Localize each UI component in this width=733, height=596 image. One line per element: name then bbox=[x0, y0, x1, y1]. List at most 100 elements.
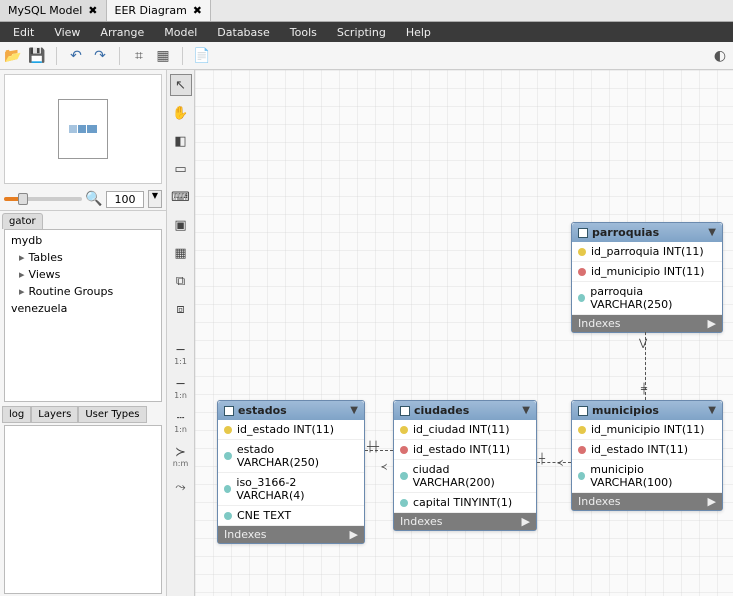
table-header[interactable]: municipios ▼ bbox=[572, 401, 722, 420]
catalog-tree[interactable]: mydb ▸Tables ▸Views ▸Routine Groups vene… bbox=[4, 229, 162, 402]
table-parroquias[interactable]: parroquias ▼ id_parroquia INT(11) id_mun… bbox=[571, 222, 723, 333]
table-header[interactable]: ciudades ▼ bbox=[394, 401, 536, 420]
table-header[interactable]: parroquias ▼ bbox=[572, 223, 722, 242]
column-row[interactable]: id_municipio INT(11) bbox=[572, 262, 722, 282]
menu-model[interactable]: Model bbox=[154, 24, 207, 41]
indexes-section[interactable]: Indexes▶ bbox=[394, 513, 536, 530]
rel-place-tool-icon[interactable]: ⤳ bbox=[170, 476, 192, 498]
table-name: parroquias bbox=[592, 226, 659, 239]
tab-user-types[interactable]: User Types bbox=[78, 406, 146, 423]
tab-eer-diagram[interactable]: EER Diagram ✖ bbox=[107, 0, 212, 21]
tab-mysql-model[interactable]: MySQL Model ✖ bbox=[0, 0, 107, 21]
menu-database[interactable]: Database bbox=[207, 24, 280, 41]
rel-1-n-tool-icon[interactable]: ─1:n bbox=[170, 374, 192, 402]
column-row[interactable]: id_estado INT(11) bbox=[218, 420, 364, 440]
text-tool-icon[interactable]: ⌨ bbox=[170, 186, 192, 208]
rel-marker: ⋁ bbox=[639, 338, 647, 349]
navigator-tab[interactable]: gator bbox=[2, 213, 43, 229]
diagram-canvas[interactable]: estados ▼ id_estado INT(11) estado VARCH… bbox=[195, 70, 733, 596]
menu-help[interactable]: Help bbox=[396, 24, 441, 41]
menu-edit[interactable]: Edit bbox=[3, 24, 44, 41]
rel-1-1-tool-icon[interactable]: ─1:1 bbox=[170, 340, 192, 368]
table-name: estados bbox=[238, 404, 287, 417]
separator bbox=[182, 47, 183, 65]
fk-icon bbox=[578, 446, 586, 454]
rel-marker: ≺ bbox=[557, 458, 563, 469]
column-row[interactable]: id_parroquia INT(11) bbox=[572, 242, 722, 262]
table-tool-icon[interactable]: ▦ bbox=[170, 242, 192, 264]
magnify-icon[interactable]: 🔍 bbox=[86, 191, 102, 207]
column-row[interactable]: id_ciudad INT(11) bbox=[394, 420, 536, 440]
rel-marker: ┼┼ bbox=[367, 442, 379, 453]
redo-icon[interactable]: ↷ bbox=[91, 47, 109, 65]
search-icon[interactable]: ◐ bbox=[711, 47, 729, 65]
menu-arrange[interactable]: Arrange bbox=[90, 24, 154, 41]
hand-tool-icon[interactable]: ✋ bbox=[170, 102, 192, 124]
tab-log[interactable]: log bbox=[2, 406, 31, 423]
new-object-icon[interactable]: 📄 bbox=[193, 47, 211, 65]
column-row[interactable]: estado VARCHAR(250) bbox=[218, 440, 364, 473]
view-tool-icon[interactable]: ⧉ bbox=[170, 270, 192, 292]
indexes-section[interactable]: Indexes▶ bbox=[572, 493, 722, 510]
collapse-icon[interactable]: ▼ bbox=[708, 405, 716, 416]
separator bbox=[56, 47, 57, 65]
menu-scripting[interactable]: Scripting bbox=[327, 24, 396, 41]
table-name: municipios bbox=[592, 404, 659, 417]
eraser-tool-icon[interactable]: ◧ bbox=[170, 130, 192, 152]
tree-schema-mydb[interactable]: mydb bbox=[7, 232, 159, 249]
column-row[interactable]: CNE TEXT bbox=[218, 506, 364, 526]
routine-group-tool-icon[interactable]: ⧈ bbox=[170, 298, 192, 320]
table-estados[interactable]: estados ▼ id_estado INT(11) estado VARCH… bbox=[217, 400, 365, 544]
zoom-dropdown[interactable]: ▼ bbox=[148, 190, 162, 208]
expand-icon: ▶ bbox=[350, 528, 358, 541]
column-row[interactable]: capital TINYINT(1) bbox=[394, 493, 536, 513]
diagram-preview[interactable] bbox=[4, 74, 162, 184]
expand-icon: ▶ bbox=[708, 495, 716, 508]
slider-thumb[interactable] bbox=[18, 193, 28, 205]
menu-view[interactable]: View bbox=[44, 24, 90, 41]
tree-routine-groups[interactable]: ▸Routine Groups bbox=[7, 283, 159, 300]
image-tool-icon[interactable]: ▣ bbox=[170, 214, 192, 236]
rel-n-m-tool-icon[interactable]: ≻n:m bbox=[170, 442, 192, 470]
column-row[interactable]: ciudad VARCHAR(200) bbox=[394, 460, 536, 493]
column-icon bbox=[400, 472, 408, 480]
column-row[interactable]: municipio VARCHAR(100) bbox=[572, 460, 722, 493]
tab-layers[interactable]: Layers bbox=[31, 406, 78, 423]
open-icon[interactable]: 📂 bbox=[4, 47, 22, 65]
layer-tool-icon[interactable]: ▭ bbox=[170, 158, 192, 180]
menubar: Edit View Arrange Model Database Tools S… bbox=[0, 22, 733, 42]
close-icon[interactable]: ✖ bbox=[193, 4, 202, 17]
snap-icon[interactable]: ▦ bbox=[154, 47, 172, 65]
save-icon[interactable]: 💾 bbox=[28, 47, 46, 65]
indexes-section[interactable]: Indexes▶ bbox=[572, 315, 722, 332]
column-row[interactable]: id_municipio INT(11) bbox=[572, 420, 722, 440]
table-municipios[interactable]: municipios ▼ id_municipio INT(11) id_est… bbox=[571, 400, 723, 511]
table-header[interactable]: estados ▼ bbox=[218, 401, 364, 420]
undo-icon[interactable]: ↶ bbox=[67, 47, 85, 65]
column-icon bbox=[578, 472, 585, 480]
grid-icon[interactable]: ⌗ bbox=[130, 47, 148, 65]
column-row[interactable]: iso_3166-2 VARCHAR(4) bbox=[218, 473, 364, 506]
collapse-icon[interactable]: ▼ bbox=[350, 405, 358, 416]
column-row[interactable]: parroquia VARCHAR(250) bbox=[572, 282, 722, 315]
column-row[interactable]: id_estado INT(11) bbox=[572, 440, 722, 460]
table-ciudades[interactable]: ciudades ▼ id_ciudad INT(11) id_estado I… bbox=[393, 400, 537, 531]
pk-icon bbox=[224, 426, 232, 434]
tree-schema-venezuela[interactable]: venezuela bbox=[7, 300, 159, 317]
indexes-section[interactable]: Indexes▶ bbox=[218, 526, 364, 543]
column-row[interactable]: id_estado INT(11) bbox=[394, 440, 536, 460]
rel-1-n-id-tool-icon[interactable]: ┄1:n bbox=[170, 408, 192, 436]
document-tabs: MySQL Model ✖ EER Diagram ✖ bbox=[0, 0, 733, 22]
tree-tables[interactable]: ▸Tables bbox=[7, 249, 159, 266]
tree-views[interactable]: ▸Views bbox=[7, 266, 159, 283]
close-icon[interactable]: ✖ bbox=[88, 4, 97, 17]
zoom-slider[interactable] bbox=[4, 197, 82, 201]
menu-tools[interactable]: Tools bbox=[280, 24, 327, 41]
collapse-icon[interactable]: ▼ bbox=[522, 405, 530, 416]
collapse-icon[interactable]: ▼ bbox=[708, 227, 716, 238]
rel-marker: ┼ bbox=[539, 454, 545, 465]
zoom-value[interactable]: 100 bbox=[106, 191, 144, 208]
column-icon bbox=[578, 294, 585, 302]
pointer-tool-icon[interactable]: ↖ bbox=[170, 74, 192, 96]
rel-marker: ╪ bbox=[641, 384, 647, 395]
